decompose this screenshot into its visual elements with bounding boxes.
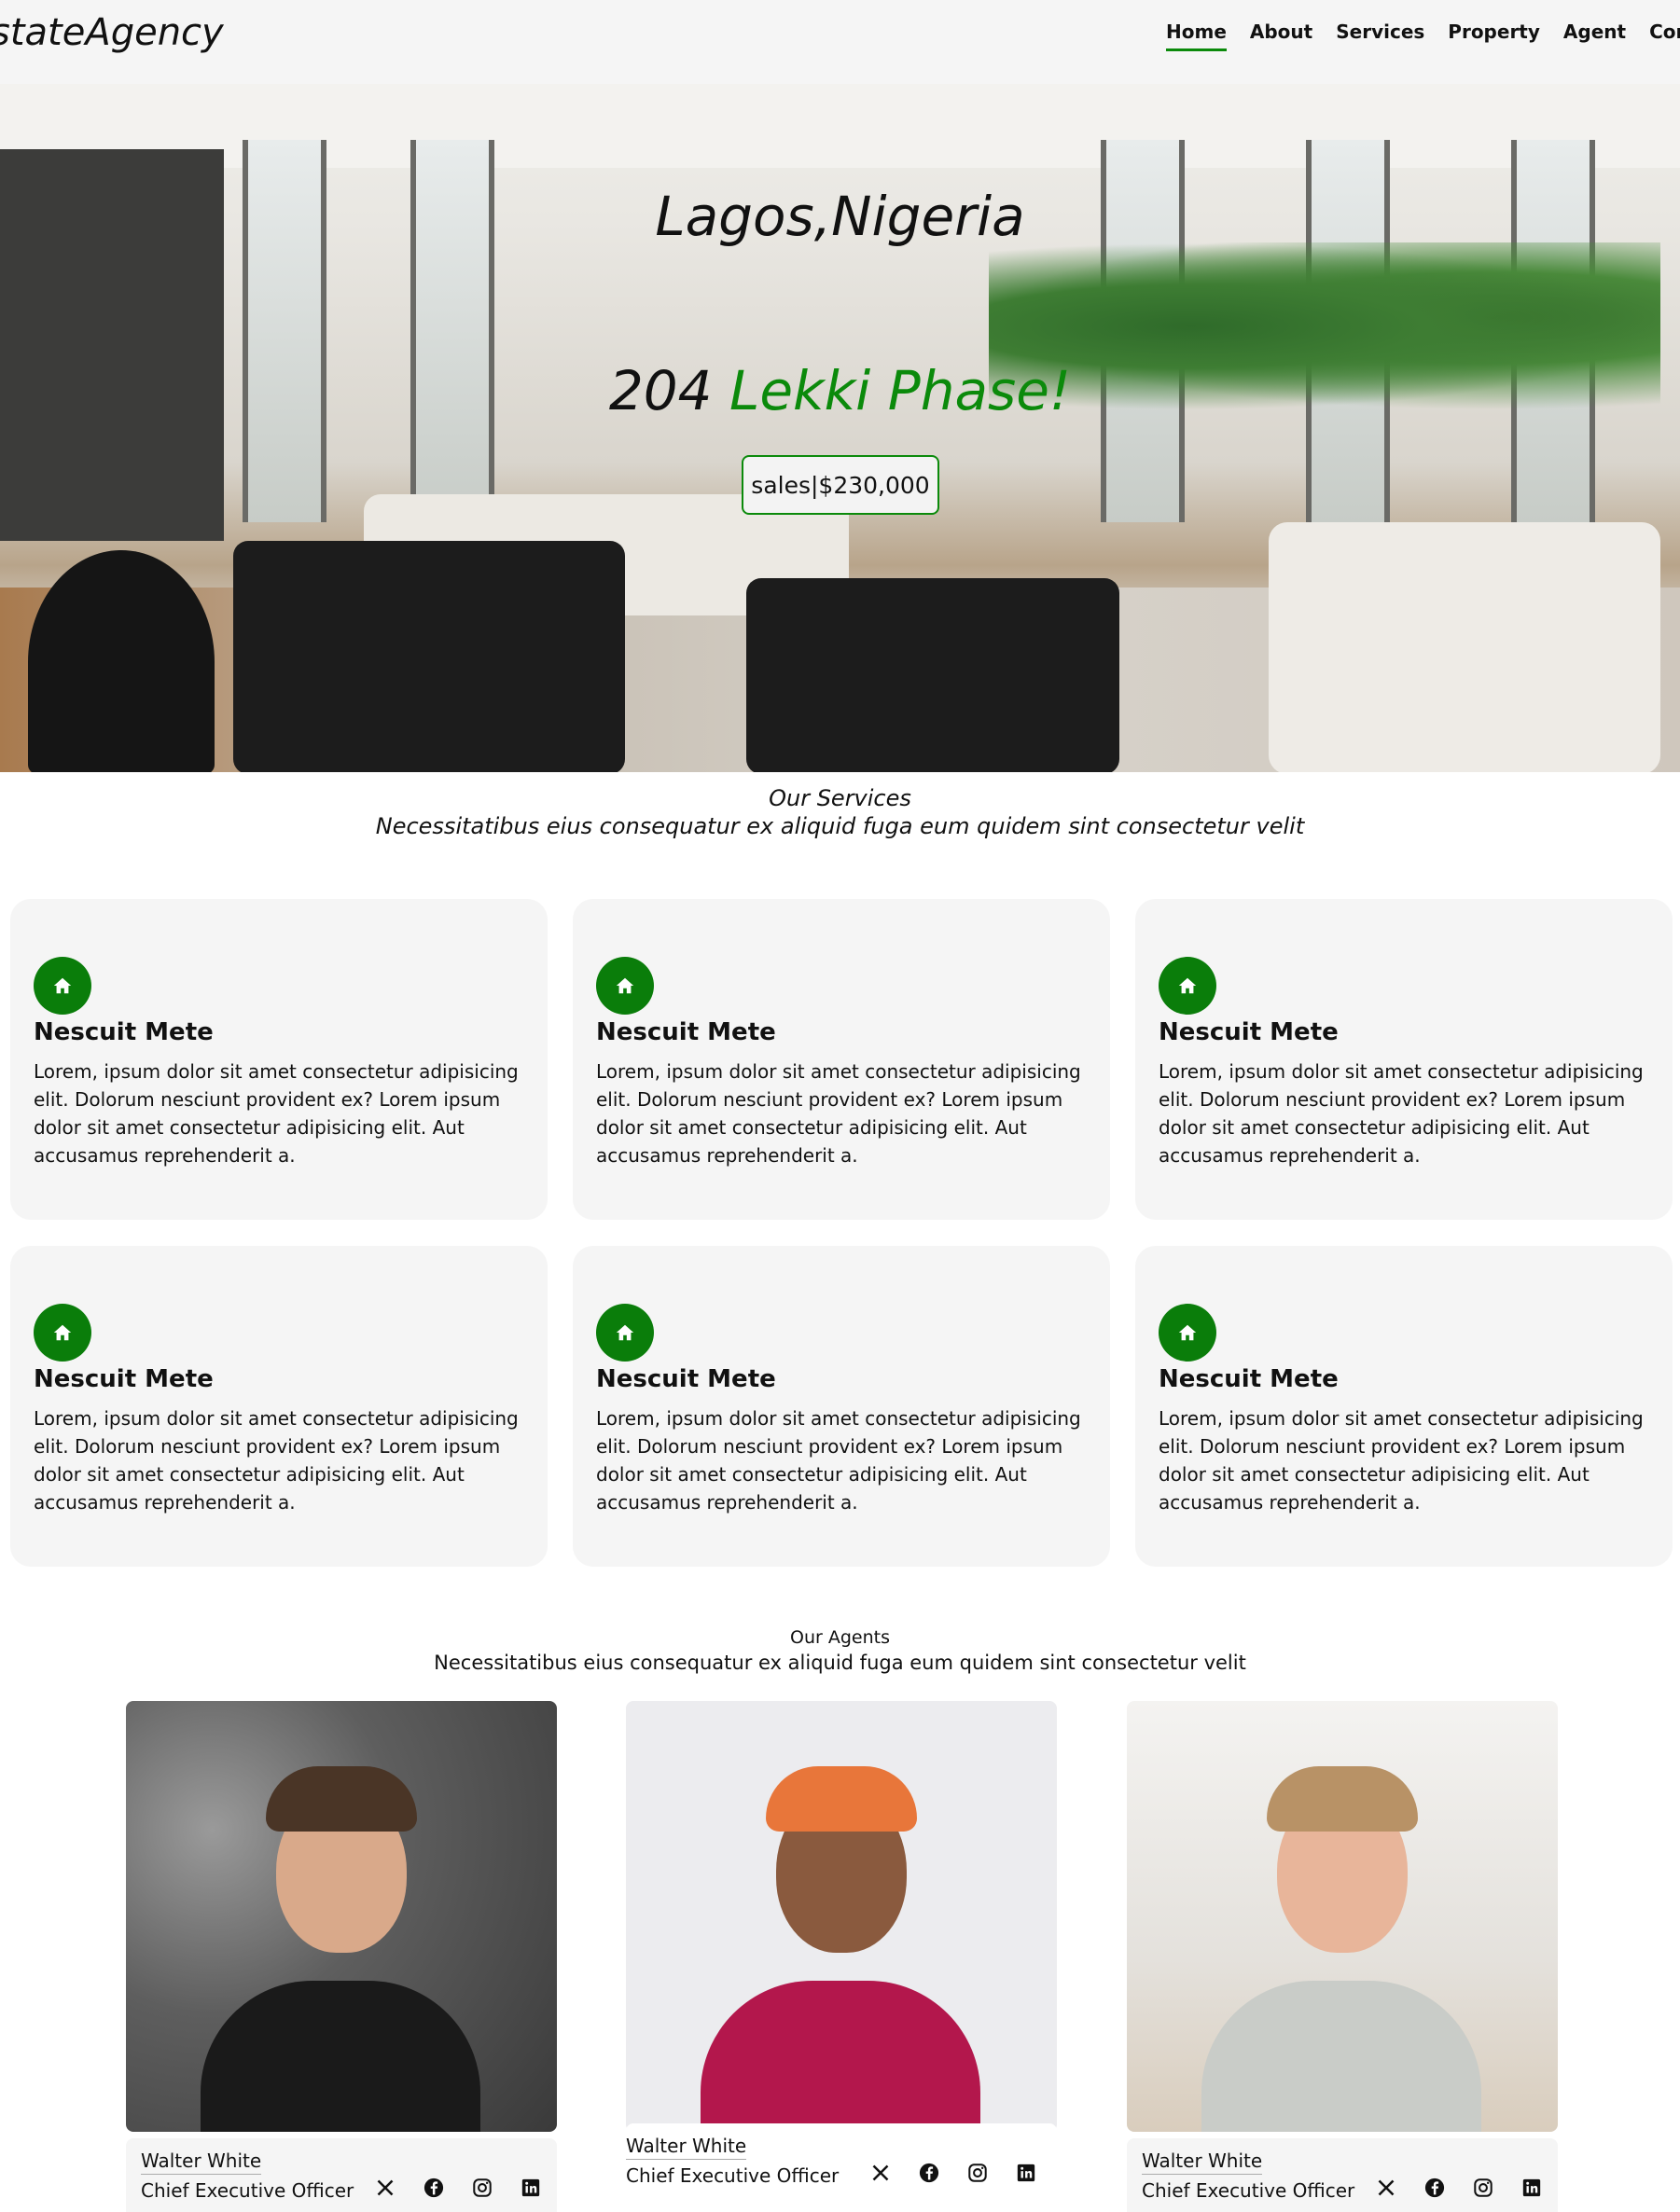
- x-icon[interactable]: [373, 2176, 397, 2200]
- hero-sofa: [1269, 522, 1660, 772]
- hero-side-table: [28, 550, 215, 772]
- service-card-title: Nescuit Mete: [1159, 1365, 1339, 1393]
- service-card: Nescuit Mete Lorem, ipsum dolor sit amet…: [10, 899, 548, 1220]
- hero-address-number: 204: [608, 359, 713, 422]
- house-icon: [596, 1304, 654, 1362]
- service-card-text: Lorem, ipsum dolor sit amet consectetur …: [596, 1407, 1081, 1514]
- price-button[interactable]: sales|$230,000: [742, 455, 939, 515]
- service-card-text: Lorem, ipsum dolor sit amet consectetur …: [1159, 1407, 1644, 1514]
- service-card-title: Nescuit Mete: [596, 1018, 776, 1046]
- nav-links: Home About Services Property Agent Conta: [1166, 21, 1680, 51]
- agent-name: Walter White: [626, 2135, 747, 2160]
- facebook-icon[interactable]: [917, 2161, 941, 2185]
- agent-socials: [1374, 2176, 1544, 2200]
- hero-address: 204 Lekki Phase!: [0, 359, 1680, 422]
- services-title: Our Services: [769, 785, 911, 811]
- x-icon[interactable]: [868, 2161, 893, 2185]
- nav-link-property[interactable]: Property: [1448, 21, 1540, 51]
- hero-armchair: [746, 578, 1119, 772]
- agent-role: Chief Executive Officer: [141, 2179, 354, 2202]
- house-icon: [34, 957, 91, 1015]
- service-card-text: Lorem, ipsum dolor sit amet consectetur …: [596, 1060, 1081, 1167]
- agent-photo: [126, 1701, 557, 2132]
- agent-role: Chief Executive Officer: [626, 2164, 840, 2187]
- house-icon: [1159, 1304, 1216, 1362]
- agent-name: Walter White: [141, 2150, 262, 2175]
- nav-link-contact[interactable]: Conta: [1649, 21, 1680, 51]
- service-card-title: Nescuit Mete: [34, 1365, 214, 1393]
- service-card-title: Nescuit Mete: [34, 1018, 214, 1046]
- service-card: Nescuit Mete Lorem, ipsum dolor sit amet…: [573, 1246, 1110, 1567]
- nav-link-agent[interactable]: Agent: [1563, 21, 1626, 51]
- agent-role: Chief Executive Officer: [1142, 2179, 1355, 2202]
- hero-address-street: Lekki Phase!: [729, 359, 1072, 422]
- instagram-icon[interactable]: [470, 2176, 494, 2200]
- hero-city: Lagos,Nigeria: [655, 185, 1025, 248]
- service-card-text: Lorem, ipsum dolor sit amet consectetur …: [1159, 1060, 1644, 1167]
- instagram-icon[interactable]: [965, 2161, 990, 2185]
- agent-card: Walter White Chief Executive Officer: [626, 2123, 1057, 2207]
- nav-link-home[interactable]: Home: [1166, 21, 1227, 51]
- nav-link-about[interactable]: About: [1250, 21, 1312, 51]
- hero-armchair: [233, 541, 625, 772]
- navbar: stateAgency Home About Services Property…: [0, 0, 1680, 84]
- instagram-icon[interactable]: [1471, 2176, 1495, 2200]
- agents-subtitle: Necessitatibus eius consequatur ex aliqu…: [434, 1652, 1246, 1674]
- x-icon[interactable]: [1374, 2176, 1398, 2200]
- agents-title: Our Agents: [790, 1627, 890, 1648]
- service-card: Nescuit Mete Lorem, ipsum dolor sit amet…: [573, 899, 1110, 1220]
- linkedin-icon[interactable]: [1520, 2176, 1544, 2200]
- service-card-text: Lorem, ipsum dolor sit amet consectetur …: [34, 1060, 519, 1167]
- agent-photo: [626, 1701, 1057, 2132]
- service-card: Nescuit Mete Lorem, ipsum dolor sit amet…: [10, 1246, 548, 1567]
- agent-card: Walter White Chief Executive Officer: [1127, 2138, 1558, 2212]
- services-subtitle: Necessitatibus eius consequatur ex aliqu…: [375, 813, 1305, 839]
- house-icon: [596, 957, 654, 1015]
- facebook-icon[interactable]: [422, 2176, 446, 2200]
- agent-card: Walter White Chief Executive Officer: [126, 2138, 557, 2212]
- house-icon: [34, 1304, 91, 1362]
- agent-socials: [868, 2161, 1038, 2185]
- site-logo[interactable]: stateAgency: [0, 11, 224, 54]
- service-card: Nescuit Mete Lorem, ipsum dolor sit amet…: [1135, 899, 1673, 1220]
- house-icon: [1159, 957, 1216, 1015]
- facebook-icon[interactable]: [1423, 2176, 1447, 2200]
- service-card-title: Nescuit Mete: [596, 1365, 776, 1393]
- linkedin-icon[interactable]: [1014, 2161, 1038, 2185]
- service-card-text: Lorem, ipsum dolor sit amet consectetur …: [34, 1407, 519, 1514]
- nav-link-services[interactable]: Services: [1336, 21, 1424, 51]
- service-card-title: Nescuit Mete: [1159, 1018, 1339, 1046]
- agent-socials: [373, 2176, 543, 2200]
- agent-name: Walter White: [1142, 2150, 1263, 2175]
- agent-photo: [1127, 1701, 1558, 2132]
- linkedin-icon[interactable]: [519, 2176, 543, 2200]
- service-card: Nescuit Mete Lorem, ipsum dolor sit amet…: [1135, 1246, 1673, 1567]
